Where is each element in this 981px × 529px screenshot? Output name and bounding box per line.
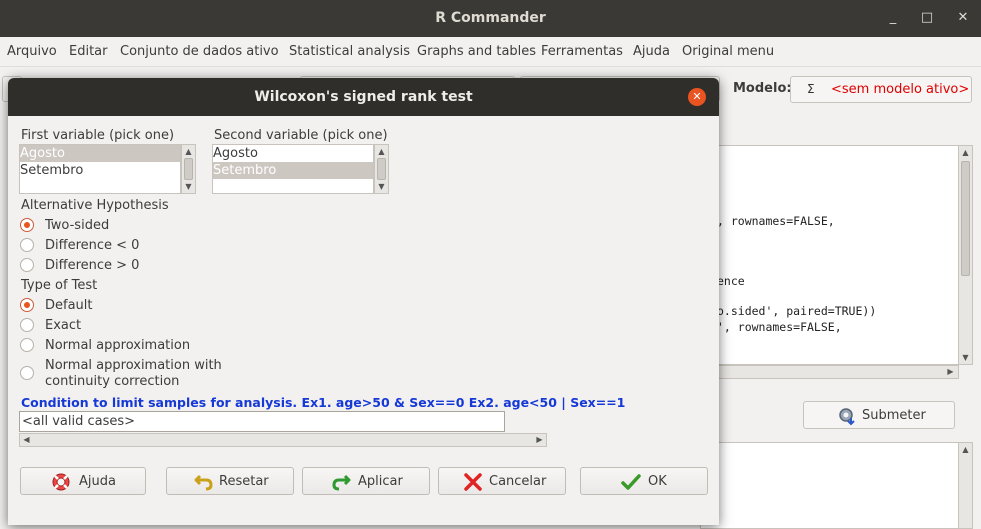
apply-button[interactable]: Aplicar <box>302 467 430 495</box>
reset-button[interactable]: Resetar <box>166 467 294 495</box>
undo-arrow-icon <box>194 474 213 491</box>
maximize-icon[interactable]: □ <box>918 9 936 27</box>
menu-editar[interactable]: Editar <box>69 44 108 59</box>
help-button[interactable]: Ajuda <box>20 467 146 495</box>
radio-label-continued[interactable]: continuity correction <box>45 374 179 389</box>
radio-label[interactable]: Exact <box>45 318 81 333</box>
script-window[interactable]: , rownames=FALSE, ence o.sided', paired=… <box>700 145 959 365</box>
radio-difference-lt-0[interactable] <box>20 238 34 252</box>
radio-normal-approximation-continuity[interactable] <box>20 366 34 380</box>
type-of-test-label: Type of Test <box>21 278 98 293</box>
scroll-thumb[interactable] <box>961 161 970 276</box>
scroll-thumb[interactable] <box>184 158 193 180</box>
submeter-label: Submeter <box>862 408 926 423</box>
scroll-right-icon[interactable]: ▶ <box>944 366 957 378</box>
menu-statistical-analysis[interactable]: Statistical analysis <box>289 44 410 59</box>
radio-difference-gt-0[interactable] <box>20 258 34 272</box>
menubar: Arquivo Editar Conjunto de dados ativo S… <box>0 37 981 67</box>
radio-label[interactable]: Normal approximation <box>45 338 190 353</box>
modelo-label: Modelo: <box>733 81 792 96</box>
radio-label[interactable]: Difference < 0 <box>45 238 139 253</box>
script-line: ence <box>717 274 745 288</box>
checkmark-icon <box>621 474 641 490</box>
second-variable-listbox[interactable]: Agosto Setembro <box>212 144 374 194</box>
scroll-down-icon[interactable]: ▼ <box>959 351 972 364</box>
dialog-close-icon[interactable]: ✕ <box>688 88 706 106</box>
scroll-down-icon[interactable]: ▼ <box>182 180 195 193</box>
reset-label: Resetar <box>219 474 269 489</box>
list-item[interactable]: Agosto <box>20 145 180 162</box>
first-variable-listbox[interactable]: Agosto Setembro <box>19 144 181 194</box>
script-vertical-scrollbar[interactable]: ▲ ▼ <box>958 145 973 365</box>
script-line: ', rownames=FALSE, <box>717 320 842 334</box>
cancel-x-icon <box>464 473 482 491</box>
cancel-button[interactable]: Cancelar <box>438 467 566 495</box>
script-line: , rownames=FALSE, <box>717 214 835 228</box>
radio-default[interactable] <box>20 298 34 312</box>
menu-ajuda[interactable]: Ajuda <box>633 44 670 59</box>
menu-graphs-and-tables[interactable]: Graphs and tables <box>417 44 536 59</box>
menu-conjunto-de-dados[interactable]: Conjunto de dados ativo <box>120 44 279 59</box>
menu-ferramentas[interactable]: Ferramentas <box>541 44 623 59</box>
modelo-value: <sem modelo ativo> <box>831 82 970 97</box>
radio-two-sided[interactable] <box>20 218 34 232</box>
sigma-icon: Σ <box>807 82 815 96</box>
help-label: Ajuda <box>79 474 116 489</box>
radio-label[interactable]: Two-sided <box>45 218 109 233</box>
scroll-left-icon[interactable]: ◀ <box>20 434 33 446</box>
scroll-down-icon[interactable]: ▼ <box>375 180 388 193</box>
scroll-up-icon[interactable]: ▲ <box>375 145 388 158</box>
output-vertical-scrollbar[interactable]: ▲ <box>958 442 973 529</box>
condition-input[interactable] <box>19 411 505 432</box>
close-icon[interactable]: ✕ <box>952 7 974 29</box>
window-title: R Commander <box>435 10 546 26</box>
script-line: o.sided', paired=TRUE)) <box>717 304 877 318</box>
radio-normal-approximation[interactable] <box>20 338 34 352</box>
scroll-up-icon[interactable]: ▲ <box>959 443 972 456</box>
list-item[interactable]: Agosto <box>213 145 373 162</box>
condition-horizontal-scrollbar[interactable]: ◀ ▶ <box>19 433 547 447</box>
output-window[interactable] <box>700 442 959 529</box>
scroll-right-icon[interactable]: ▶ <box>533 434 546 446</box>
radio-label[interactable]: Default <box>45 298 93 313</box>
first-variable-label: First variable (pick one) <box>21 128 175 143</box>
ok-button[interactable]: OK <box>580 467 708 495</box>
cancel-label: Cancelar <box>489 474 547 489</box>
condition-label: Condition to limit samples for analysis.… <box>21 395 626 410</box>
alternative-hypothesis-label: Alternative Hypothesis <box>21 198 169 213</box>
apply-label: Aplicar <box>358 474 403 489</box>
script-horizontal-scrollbar[interactable]: ▶ <box>700 365 959 379</box>
submeter-button[interactable]: Submeter <box>803 401 955 429</box>
radio-exact[interactable] <box>20 318 34 332</box>
second-variable-label: Second variable (pick one) <box>214 128 388 143</box>
redo-arrow-icon <box>332 474 351 491</box>
dialog-titlebar: Wilcoxon's signed rank test ✕ <box>8 78 719 116</box>
radio-label[interactable]: Normal approximation with <box>45 358 222 373</box>
wilcoxon-dialog: Wilcoxon's signed rank test ✕ First vari… <box>8 78 719 525</box>
scroll-up-icon[interactable]: ▲ <box>182 145 195 158</box>
scroll-thumb[interactable] <box>377 158 386 180</box>
ok-label: OK <box>648 474 667 489</box>
minimize-icon[interactable]: _ <box>884 9 902 27</box>
menu-original-menu[interactable]: Original menu <box>682 44 774 59</box>
window-titlebar: R Commander _ □ ✕ <box>0 0 981 37</box>
second-variable-scrollbar[interactable]: ▲ ▼ <box>374 144 389 194</box>
first-variable-scrollbar[interactable]: ▲ ▼ <box>181 144 196 194</box>
scroll-up-icon[interactable]: ▲ <box>959 146 972 159</box>
lifebuoy-icon <box>52 473 70 491</box>
list-item[interactable]: Setembro <box>20 162 180 179</box>
menu-arquivo[interactable]: Arquivo <box>7 44 57 59</box>
modelo-button[interactable]: Σ <sem modelo ativo> <box>790 76 972 103</box>
radio-label[interactable]: Difference > 0 <box>45 258 139 273</box>
dialog-title: Wilcoxon's signed rank test <box>254 89 473 105</box>
gear-submit-icon <box>839 408 855 426</box>
list-item[interactable]: Setembro <box>213 162 373 179</box>
